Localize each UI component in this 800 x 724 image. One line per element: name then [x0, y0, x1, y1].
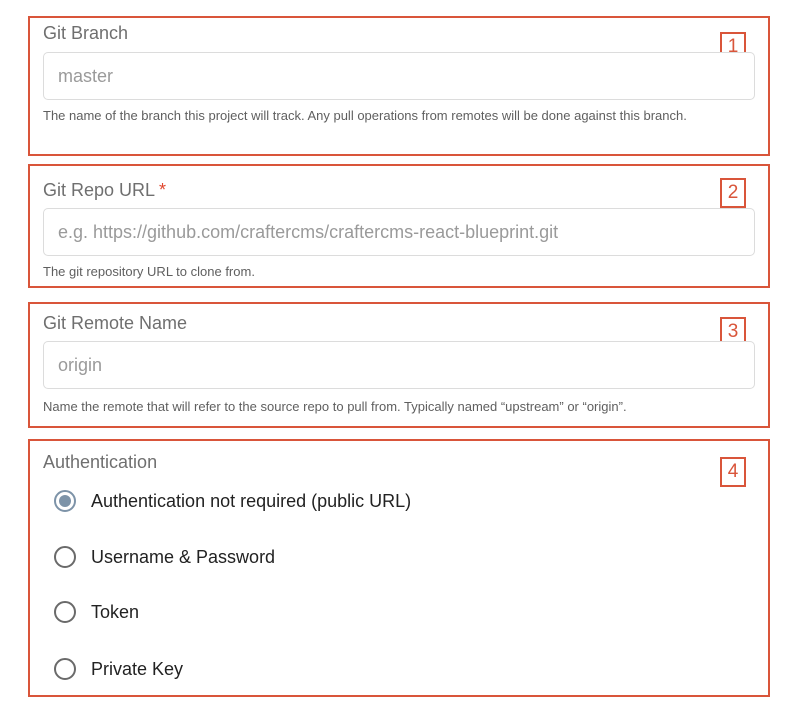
annotation-badge-2: 2 [720, 178, 746, 208]
git-remote-name-help-text: Name the remote that will refer to the s… [43, 399, 627, 414]
git-branch-input[interactable] [43, 52, 755, 100]
auth-option-label: Private Key [91, 658, 184, 679]
git-repo-url-label-text: Git Repo URL [43, 180, 156, 200]
git-repo-url-help-text: The git repository URL to clone from. [43, 264, 255, 279]
auth-option-label: Authentication not required (public URL) [91, 490, 412, 511]
git-branch-label-text: Git Branch [43, 23, 129, 43]
git-remote-name-input[interactable] [43, 341, 755, 389]
auth-option-username-password[interactable]: Username & Password [54, 546, 275, 568]
git-remote-name-label: Git Remote Name [43, 313, 187, 334]
git-repo-url-input[interactable] [43, 208, 755, 256]
git-remote-name-label-text: Git Remote Name [43, 313, 188, 333]
required-marker: * [159, 180, 167, 200]
git-repo-url-label: Git Repo URL * [43, 180, 166, 201]
authentication-label: Authentication [43, 452, 157, 473]
auth-option-label: Username & Password [91, 546, 276, 567]
radio-button[interactable] [54, 601, 76, 623]
git-branch-label: Git Branch [43, 23, 128, 44]
radio-button[interactable] [54, 658, 76, 680]
auth-option-token[interactable]: Token [54, 601, 139, 623]
git-branch-help-text: The name of the branch this project will… [43, 108, 687, 123]
radio-button[interactable] [54, 546, 76, 568]
auth-option-private-key[interactable]: Private Key [54, 658, 183, 680]
auth-option-label: Token [91, 601, 140, 622]
annotation-badge-4: 4 [720, 457, 746, 487]
authentication-label-text: Authentication [43, 452, 158, 472]
auth-option-none[interactable]: Authentication not required (public URL) [54, 490, 411, 512]
radio-button-selected[interactable] [54, 490, 76, 512]
